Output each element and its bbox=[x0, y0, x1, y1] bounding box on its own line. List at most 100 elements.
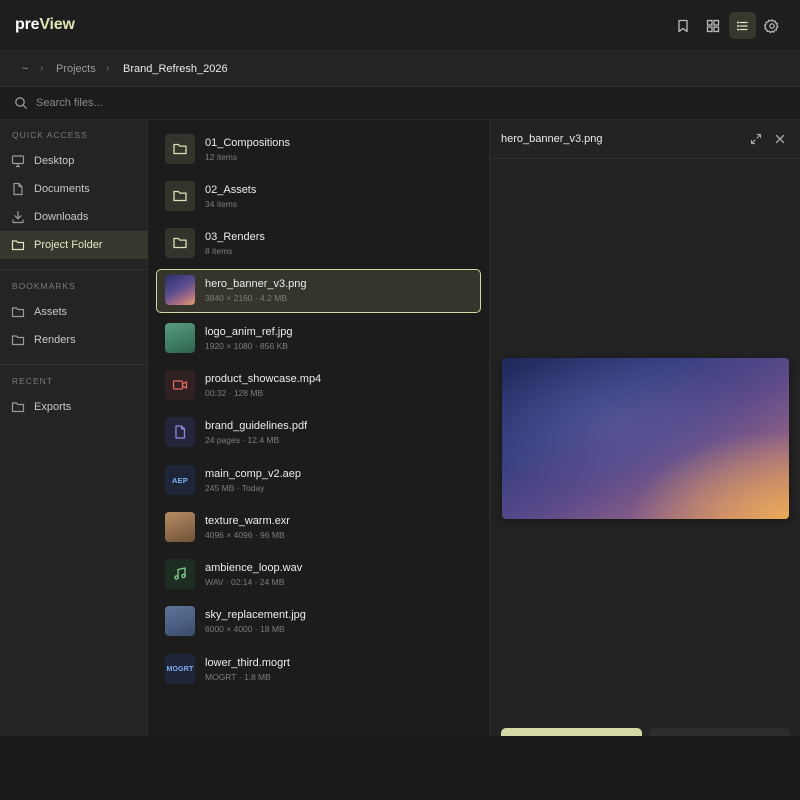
breadcrumb-separator: › bbox=[40, 63, 44, 74]
app-logo: preView bbox=[15, 16, 75, 33]
file-meta: 1920 × 1080 · 856 KB bbox=[205, 341, 288, 351]
file-meta: 00:32 · 128 MB bbox=[205, 388, 264, 398]
aep-badge: AEP bbox=[171, 475, 189, 485]
folder-icon bbox=[173, 190, 187, 202]
file-name: brand_guidelines.pdf bbox=[205, 420, 308, 432]
sidebar-item-label: Assets bbox=[34, 306, 68, 318]
folder-icon bbox=[173, 237, 187, 249]
grid-icon bbox=[706, 19, 719, 32]
file-name: hero_banner_v3.png bbox=[205, 278, 307, 290]
app-window: preView ~ › Projects › Brand_Refresh_202… bbox=[0, 0, 800, 736]
file-name: texture_warm.exr bbox=[205, 515, 290, 527]
folder-thumbnail bbox=[165, 134, 195, 164]
sidebar-item-label: Renders bbox=[34, 334, 76, 346]
file-meta: WAV · 02:14 · 24 MB bbox=[205, 577, 285, 587]
file-row-sky-replacement[interactable]: sky_replacement.jpg 6000 × 4000 · 18 MB bbox=[156, 600, 481, 644]
image-thumbnail bbox=[165, 606, 195, 636]
file-name: ambience_loop.wav bbox=[205, 562, 303, 574]
file-name: 01_Compositions bbox=[205, 137, 290, 149]
file-row-lower-third[interactable]: MOGRT lower_third.mogrt MOGRT · 1.8 MB bbox=[156, 648, 481, 692]
sidebar-item-documents[interactable]: Documents bbox=[0, 175, 148, 203]
file-row-brand-guidelines[interactable]: brand_guidelines.pdf 24 pages · 12.4 MB bbox=[156, 411, 481, 455]
video-thumbnail bbox=[165, 370, 195, 400]
file-row-01-compositions[interactable]: 01_Compositions 12 items bbox=[156, 128, 481, 172]
search-icon bbox=[15, 97, 27, 109]
preview-primary-button[interactable] bbox=[501, 728, 642, 736]
search-input[interactable] bbox=[36, 93, 436, 113]
file-name: product_showcase.mp4 bbox=[205, 373, 322, 385]
file-row-hero-banner-selected[interactable]: hero_banner_v3.png 3840 × 2160 · 4.2 MB bbox=[156, 269, 481, 313]
preview-actions bbox=[490, 728, 800, 736]
list-view-button[interactable] bbox=[729, 12, 756, 39]
preview-panel: hero_banner_v3.png bbox=[489, 120, 800, 736]
sidebar-item-assets[interactable]: Assets bbox=[0, 298, 148, 326]
preview-title: hero_banner_v3.png bbox=[501, 133, 603, 145]
file-meta: 12 items bbox=[205, 152, 238, 162]
sidebar-section-quick-access: QUICK ACCESS bbox=[12, 130, 88, 140]
sidebar-item-label: Documents bbox=[34, 183, 90, 195]
breadcrumb-item-current[interactable]: Brand_Refresh_2026 bbox=[123, 63, 228, 75]
file-row-02-assets[interactable]: 02_Assets 34 items bbox=[156, 175, 481, 219]
settings-button[interactable] bbox=[758, 12, 785, 39]
empty-background bbox=[0, 736, 800, 800]
sidebar: QUICK ACCESS Desktop Documents Downloads… bbox=[0, 120, 148, 736]
file-row-product-showcase[interactable]: product_showcase.mp4 00:32 · 128 MB bbox=[156, 364, 481, 408]
sidebar-item-project-folder[interactable]: Project Folder bbox=[0, 231, 148, 259]
search-bar bbox=[0, 87, 800, 120]
file-row-texture-warm[interactable]: texture_warm.exr 4096 × 4096 · 96 MB bbox=[156, 506, 481, 550]
file-name: sky_replacement.jpg bbox=[205, 609, 306, 621]
preview-header: hero_banner_v3.png bbox=[490, 120, 800, 159]
file-meta: 6000 × 4000 · 18 MB bbox=[205, 624, 285, 634]
file-list: 01_Compositions 12 items 02_Assets 34 it… bbox=[148, 120, 489, 736]
file-meta: 24 pages · 12.4 MB bbox=[205, 435, 280, 445]
sidebar-item-exports[interactable]: Exports bbox=[0, 393, 148, 421]
file-meta: 34 items bbox=[205, 199, 238, 209]
sidebar-item-label: Exports bbox=[34, 401, 72, 413]
close-icon[interactable] bbox=[773, 132, 787, 146]
file-row-03-renders[interactable]: 03_Renders 8 items bbox=[156, 222, 481, 266]
breadcrumb-home[interactable]: ~ bbox=[22, 63, 28, 75]
folder-icon bbox=[11, 307, 25, 318]
preview-image bbox=[502, 358, 789, 519]
music-note-icon bbox=[174, 567, 186, 580]
file-meta: MOGRT · 1.8 MB bbox=[205, 672, 271, 682]
file-meta: 3840 × 2160 · 4.2 MB bbox=[205, 293, 287, 303]
file-meta: 4096 × 4096 · 96 MB bbox=[205, 530, 285, 540]
bookmark-icon bbox=[677, 19, 688, 32]
sidebar-item-label: Project Folder bbox=[34, 239, 103, 251]
document-icon bbox=[175, 425, 186, 439]
folder-thumbnail bbox=[165, 181, 195, 211]
sidebar-item-renders[interactable]: Renders bbox=[0, 326, 148, 354]
expand-icon[interactable] bbox=[749, 132, 763, 146]
sidebar-item-label: Downloads bbox=[34, 211, 89, 223]
gear-icon bbox=[763, 18, 778, 33]
audio-thumbnail bbox=[165, 559, 195, 589]
file-meta: 245 MB · Today bbox=[205, 483, 265, 493]
sidebar-divider bbox=[0, 364, 148, 365]
image-thumbnail bbox=[165, 512, 195, 542]
folder-icon bbox=[11, 402, 25, 413]
top-bar: preView bbox=[0, 0, 800, 51]
sidebar-section-recent: RECENT bbox=[12, 376, 53, 386]
bookmark-button[interactable] bbox=[669, 12, 696, 39]
grid-view-button[interactable] bbox=[699, 12, 726, 39]
preview-secondary-button[interactable] bbox=[649, 728, 790, 736]
file-row-main-comp[interactable]: AEP main_comp_v2.aep 245 MB · Today bbox=[156, 459, 481, 503]
sidebar-item-desktop[interactable]: Desktop bbox=[0, 147, 148, 175]
file-name: 02_Assets bbox=[205, 184, 257, 196]
image-thumbnail bbox=[165, 275, 195, 305]
file-name: main_comp_v2.aep bbox=[205, 468, 302, 480]
file-row-logo-anim-ref[interactable]: logo_anim_ref.jpg 1920 × 1080 · 856 KB bbox=[156, 317, 481, 361]
video-icon bbox=[172, 380, 188, 390]
breadcrumb-separator: › bbox=[106, 63, 110, 74]
breadcrumb-item-projects[interactable]: Projects bbox=[56, 63, 96, 75]
sidebar-item-downloads[interactable]: Downloads bbox=[0, 203, 148, 231]
file-name: 03_Renders bbox=[205, 231, 265, 243]
breadcrumb: ~ › Projects › Brand_Refresh_2026 bbox=[0, 51, 800, 87]
file-row-ambience-loop[interactable]: ambience_loop.wav WAV · 02:14 · 24 MB bbox=[156, 553, 481, 597]
sidebar-item-label: Desktop bbox=[34, 155, 75, 167]
file-name: lower_third.mogrt bbox=[205, 657, 290, 669]
folder-icon bbox=[173, 143, 187, 155]
file-name: logo_anim_ref.jpg bbox=[205, 326, 293, 338]
pdf-thumbnail bbox=[165, 417, 195, 447]
